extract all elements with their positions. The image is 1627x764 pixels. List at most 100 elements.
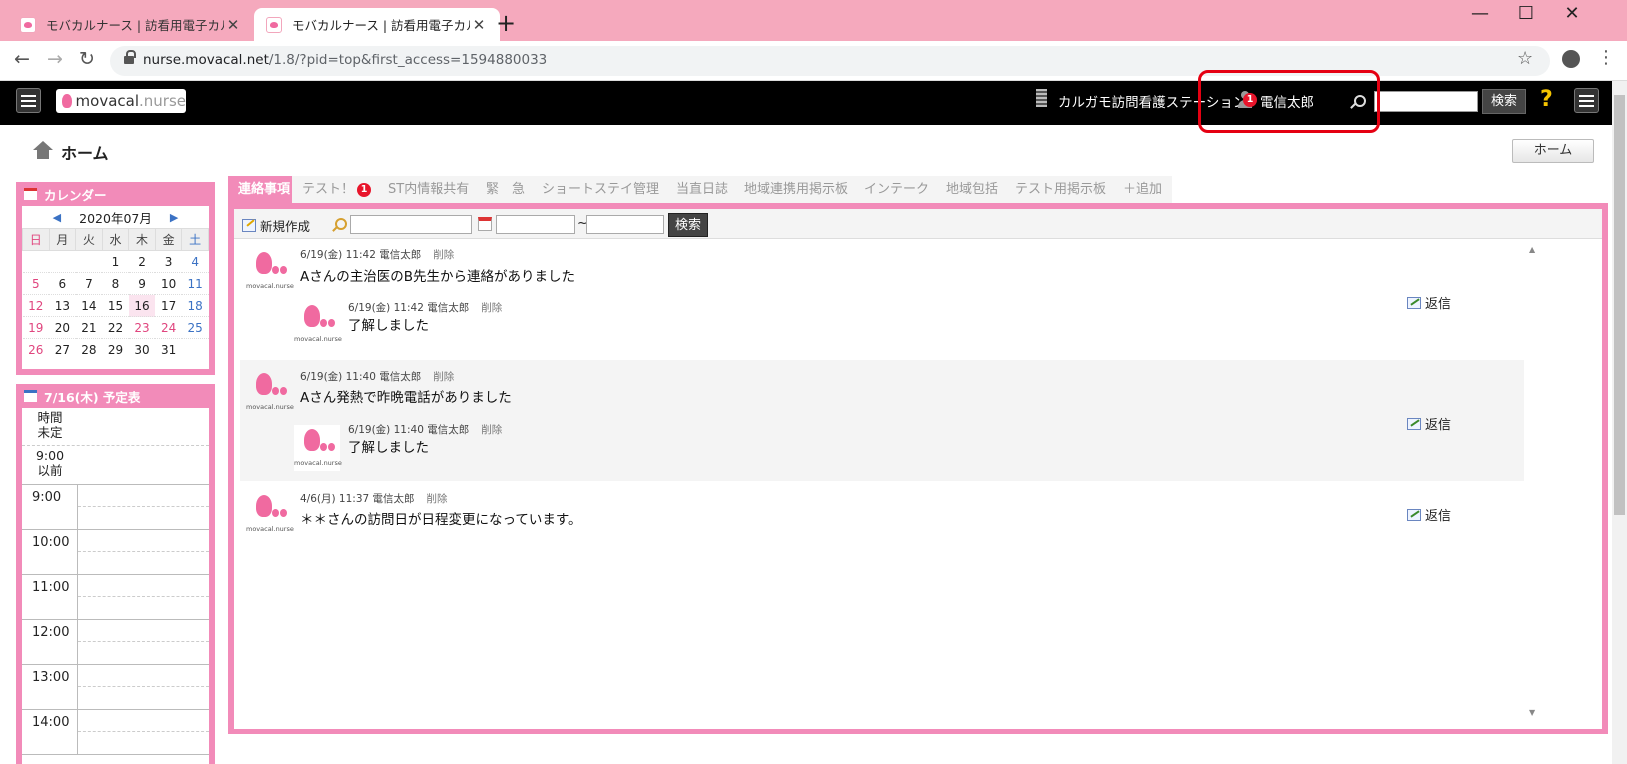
schedule-slot[interactable] (78, 620, 209, 642)
schedule-row-undetermined[interactable]: 時間 未定 (22, 408, 209, 446)
browser-tab[interactable]: モバカルナース | 訪看用電子カルテ ✕ (8, 8, 254, 41)
board-tab[interactable]: 当直日誌 (666, 176, 739, 204)
calendar-day[interactable]: 30 (128, 338, 156, 361)
calendar-day[interactable]: 16 (128, 294, 156, 317)
schedule-hour-row[interactable]: 12:00 (22, 620, 209, 665)
back-icon[interactable]: ← (9, 48, 35, 70)
close-tab-icon[interactable]: ✕ (470, 16, 488, 34)
date-from-input[interactable] (496, 215, 575, 234)
schedule-slot[interactable] (78, 665, 209, 687)
help-icon[interactable]: ? (1540, 87, 1553, 112)
app-logo[interactable]: movacal .nurse (56, 89, 186, 113)
delete-link[interactable]: 削除 (481, 424, 502, 436)
calendar-day[interactable]: 23 (128, 316, 156, 339)
board-tab[interactable]: インテーク (854, 176, 940, 204)
calendar-day[interactable]: 13 (49, 294, 76, 317)
forward-icon[interactable]: → (42, 48, 68, 70)
header-search-input[interactable] (1374, 91, 1478, 112)
calendar-day[interactable]: 27 (49, 338, 76, 361)
calendar-day[interactable]: 14 (75, 294, 103, 317)
calendar-day[interactable]: 12 (22, 294, 50, 317)
keyword-search-input[interactable] (350, 215, 472, 234)
delete-link[interactable]: 削除 (481, 302, 502, 314)
browser-menu-icon[interactable]: ⋮ (1597, 47, 1615, 68)
schedule-hour-row[interactable]: 13:00 (22, 665, 209, 710)
bookmark-star-icon[interactable]: ☆ (1517, 48, 1533, 69)
sidebar-menu-button[interactable] (16, 88, 41, 113)
calendar-day[interactable]: 22 (102, 316, 129, 339)
prev-month-icon[interactable]: ◀ (53, 211, 61, 224)
header-search-button[interactable]: 検索 (1482, 89, 1526, 114)
calendar-day[interactable]: 7 (75, 272, 103, 295)
board-tab[interactable]: 緊 急 (476, 176, 536, 204)
calendar-day[interactable]: 8 (102, 272, 129, 295)
calendar-day[interactable]: 11 (181, 272, 209, 295)
board-tab[interactable]: 連絡事項 (228, 176, 301, 204)
close-tab-icon[interactable]: ✕ (224, 16, 242, 34)
board-tab[interactable]: ST内情報共有 (378, 176, 480, 204)
close-window-icon[interactable]: ✕ (1549, 3, 1595, 24)
scrollbar-thumb[interactable] (1614, 95, 1625, 515)
schedule-slot[interactable] (78, 710, 209, 732)
page-scrollbar[interactable] (1612, 81, 1627, 764)
board-tab[interactable]: ショートステイ管理 (532, 176, 670, 204)
maximize-icon[interactable]: ☐ (1503, 3, 1549, 24)
calendar-day[interactable]: 20 (49, 316, 76, 339)
schedule-slot[interactable] (78, 485, 209, 507)
date-calendar-icon[interactable] (478, 217, 492, 231)
new-tab-icon[interactable]: + (496, 9, 516, 37)
schedule-hour-row[interactable]: 10:00 (22, 530, 209, 575)
board-search-button[interactable]: 検索 (668, 213, 708, 237)
calendar-day[interactable]: 24 (155, 316, 182, 339)
calendar-day[interactable]: 18 (181, 294, 209, 317)
main-menu-button[interactable] (1574, 88, 1599, 113)
calendar-day[interactable]: 29 (102, 338, 129, 361)
calendar-day[interactable]: 10 (155, 272, 182, 295)
scroll-up-icon[interactable]: ▲ (1529, 245, 1535, 254)
reload-icon[interactable]: ↻ (74, 48, 100, 70)
reply-button[interactable]: 返信 (1407, 293, 1451, 312)
board-tab[interactable]: テスト用掲示板 (1005, 176, 1117, 204)
delete-link[interactable]: 削除 (433, 249, 454, 261)
calendar-day[interactable]: 31 (155, 338, 182, 361)
browser-tab-active[interactable]: モバカルナース | 訪看用電子カルテ ✕ (254, 8, 500, 41)
schedule-slot[interactable] (78, 530, 209, 552)
board-tab[interactable]: 地域包括 (936, 176, 1009, 204)
schedule-row-before[interactable]: 9:00 以前 (22, 446, 209, 485)
calendar-day[interactable]: 1 (102, 250, 129, 273)
board-tab[interactable]: テスト！ 1 (292, 176, 382, 204)
calendar-day[interactable]: 15 (102, 294, 129, 317)
new-post-button[interactable]: 新規作成 (242, 216, 310, 235)
board-tab[interactable]: ＋追加 (1113, 176, 1173, 204)
calendar-day[interactable]: 26 (22, 338, 50, 361)
minimize-icon[interactable]: — (1457, 3, 1503, 24)
schedule-hour-row[interactable]: 11:00 (22, 575, 209, 620)
schedule-hour-row[interactable]: 9:00 (22, 485, 209, 530)
profile-icon[interactable] (1562, 50, 1580, 68)
calendar-day[interactable]: 19 (22, 316, 50, 339)
schedule-hour-row[interactable]: 14:00 (22, 710, 209, 755)
calendar-day[interactable]: 25 (181, 316, 209, 339)
calendar-day[interactable]: 9 (128, 272, 156, 295)
calendar-day[interactable]: 4 (181, 250, 209, 273)
calendar-day[interactable]: 3 (155, 250, 182, 273)
date-to-input[interactable] (586, 215, 664, 234)
calendar-day[interactable]: 6 (49, 272, 76, 295)
board-tab[interactable]: 地域連携用掲示板 (734, 176, 859, 204)
calendar-empty (75, 250, 103, 273)
reply-button[interactable]: 返信 (1407, 505, 1451, 524)
calendar-day[interactable]: 2 (128, 250, 156, 273)
post-list-scrollbar[interactable]: ▲ ▼ (1526, 245, 1540, 717)
schedule-slot[interactable] (78, 575, 209, 597)
scroll-down-icon[interactable]: ▼ (1529, 708, 1535, 717)
calendar-day[interactable]: 17 (155, 294, 182, 317)
next-month-icon[interactable]: ▶ (170, 211, 178, 224)
delete-link[interactable]: 削除 (427, 493, 448, 505)
home-button[interactable]: ホーム (1512, 139, 1594, 163)
reply-button[interactable]: 返信 (1407, 414, 1451, 433)
calendar-day[interactable]: 28 (75, 338, 103, 361)
calendar-day[interactable]: 21 (75, 316, 103, 339)
delete-link[interactable]: 削除 (433, 371, 454, 383)
calendar-day[interactable]: 5 (22, 272, 50, 295)
reply-icon (1407, 296, 1421, 309)
